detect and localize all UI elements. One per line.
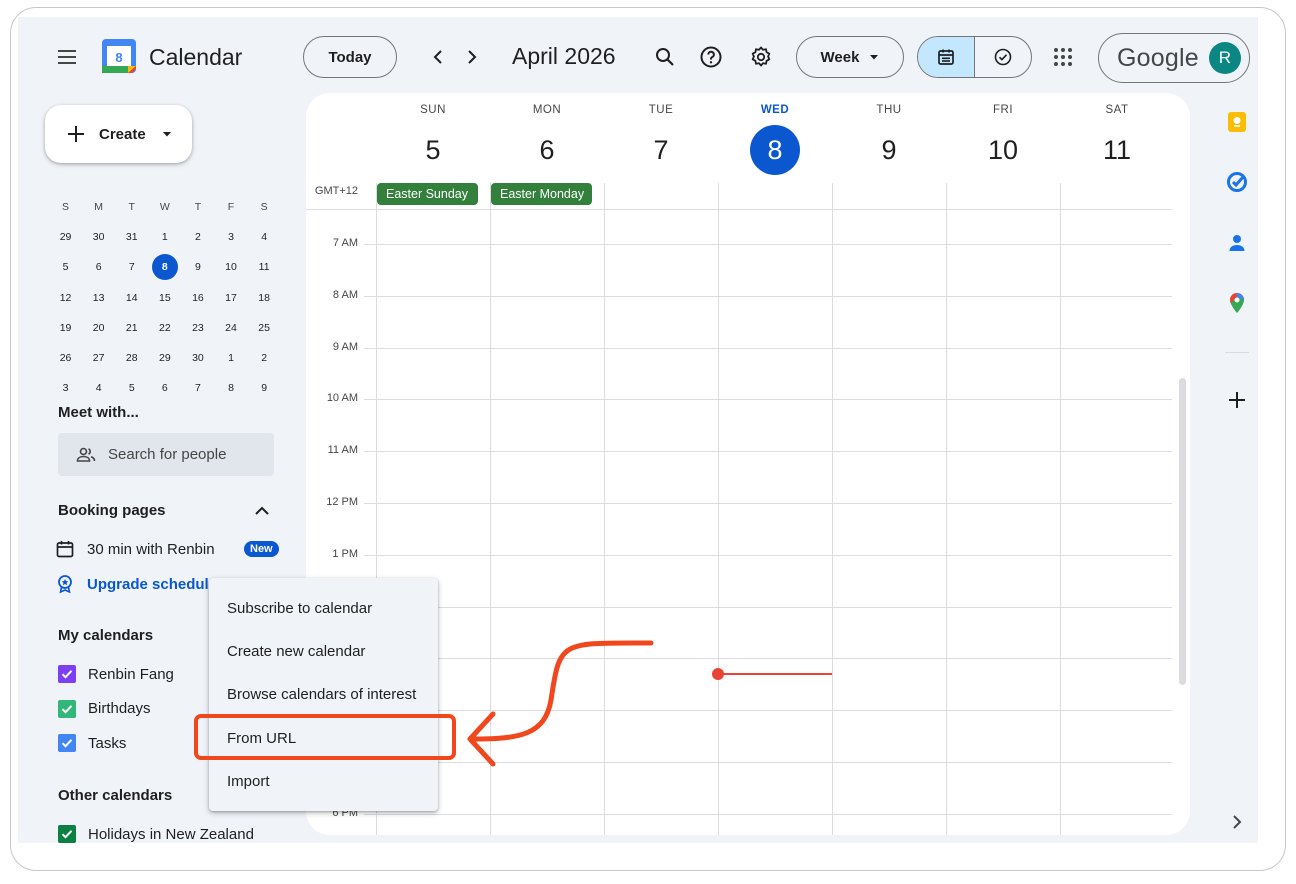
annotation-arrow-icon	[467, 640, 654, 767]
